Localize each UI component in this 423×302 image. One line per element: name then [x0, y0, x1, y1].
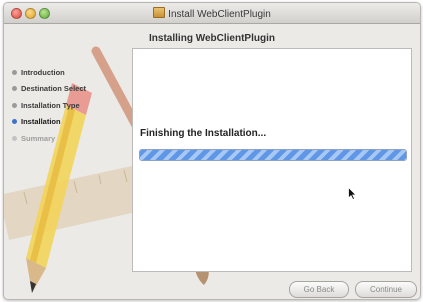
step-introduction: Introduction: [12, 64, 86, 81]
step-label: Destination Select: [21, 84, 87, 94]
step-installation: Installation: [12, 114, 86, 131]
window-title-group: Install WebClientPlugin: [4, 7, 420, 20]
installer-content-pane: Finishing the Installation...: [132, 48, 412, 272]
progress-fill: [140, 150, 406, 160]
package-icon: [153, 7, 166, 18]
step-installation-type: Installation Type: [12, 97, 86, 114]
step-label: Installation: [21, 117, 61, 127]
installer-steps: Introduction Destination Select Installa…: [12, 64, 86, 147]
step-label: Introduction: [21, 67, 65, 77]
title-bar[interactable]: Install WebClientPlugin: [4, 3, 420, 24]
installation-progress-bar: [139, 149, 407, 161]
step-bullet-icon: [12, 86, 17, 92]
installation-status: Finishing the Installation...: [140, 128, 267, 139]
window-title: Install WebClientPlugin: [168, 9, 271, 20]
step-label: Installation Type: [21, 100, 80, 110]
step-destination-select: Destination Select: [12, 81, 86, 98]
installer-window: Install WebClientPlugin Installing WebCl…: [3, 2, 421, 300]
step-label: Summary: [21, 133, 56, 143]
step-bullet-icon: [12, 102, 17, 108]
step-bullet-icon: [12, 119, 17, 125]
go-back-button[interactable]: Go Back: [289, 281, 349, 298]
continue-button[interactable]: Continue: [355, 281, 417, 298]
step-summary: Summary: [12, 130, 86, 147]
step-bullet-icon: [12, 69, 17, 75]
arrow-cursor-icon: [348, 187, 357, 200]
installer-subtitle: Installing WebClientPlugin: [149, 33, 275, 44]
step-bullet-icon: [12, 135, 17, 141]
